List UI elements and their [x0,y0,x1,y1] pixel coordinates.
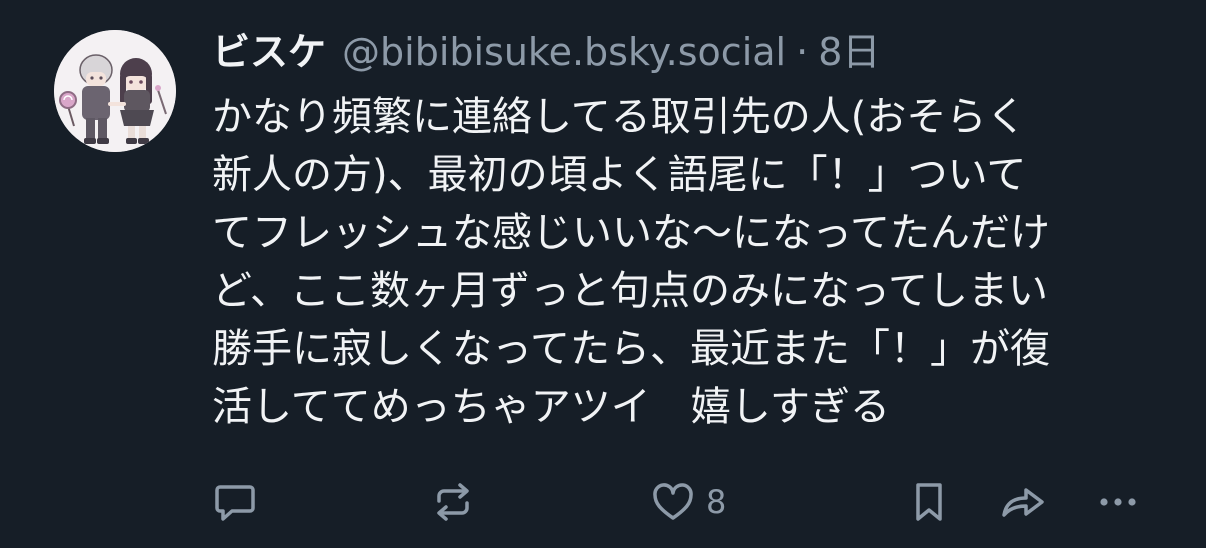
repost-button[interactable] [430,474,476,530]
share-arrow-icon [1002,488,1044,517]
like-count: 8 [706,483,727,521]
bookmark-icon [916,483,942,521]
ellipsis-icon [1100,498,1136,506]
post-body: かなり頻繁に連絡してる取引先の人(おそらく 新人の方)、最初の頃よく語尾に「！」… [212,88,1172,436]
header-separator: · [796,30,809,74]
bookmark-button[interactable] [906,474,952,530]
post-text-line: かなり頻繁に連絡してる取引先の人(おそらく [212,94,1027,140]
reply-button[interactable] [212,474,258,530]
like-button[interactable]: 8 [650,474,726,530]
avatar[interactable] [54,30,176,152]
author-handle[interactable]: @bibibisuke.bsky.social [342,24,786,80]
heart-outline-icon [653,483,693,520]
post-text-line: ど、ここ数ヶ月ずっと句点のみになってしまい [212,268,1048,314]
avatar-illustration [54,30,176,152]
repost-arrows-icon [437,483,469,521]
speech-bubble-icon [215,485,255,521]
post-header: ビスケ @bibibisuke.bsky.social · 8日 [212,24,1172,80]
post-text-line: てフレッシュな感じいいな〜になってたんだけ [212,210,1050,256]
post-actions: 8 [0,474,1206,530]
post-card[interactable]: ビスケ @bibibisuke.bsky.social · 8日 かなり頻繁に連… [0,0,1206,548]
post-timestamp[interactable]: 8日 [818,24,880,80]
author-display-name[interactable]: ビスケ [212,24,326,80]
post-text-line: 新人の方)、最初の頃よく語尾に「！」ついて [212,152,1027,198]
post-text-line: 勝手に寂しくなってたら、最近また「！」が復 [212,326,1050,372]
share-button[interactable] [998,474,1048,530]
post-content: ビスケ @bibibisuke.bsky.social · 8日 かなり頻繁に連… [212,24,1172,436]
more-options-button[interactable] [1094,474,1142,530]
post-text-line: 活しててめっちゃアツイ 嬉しすぎる [212,384,890,430]
